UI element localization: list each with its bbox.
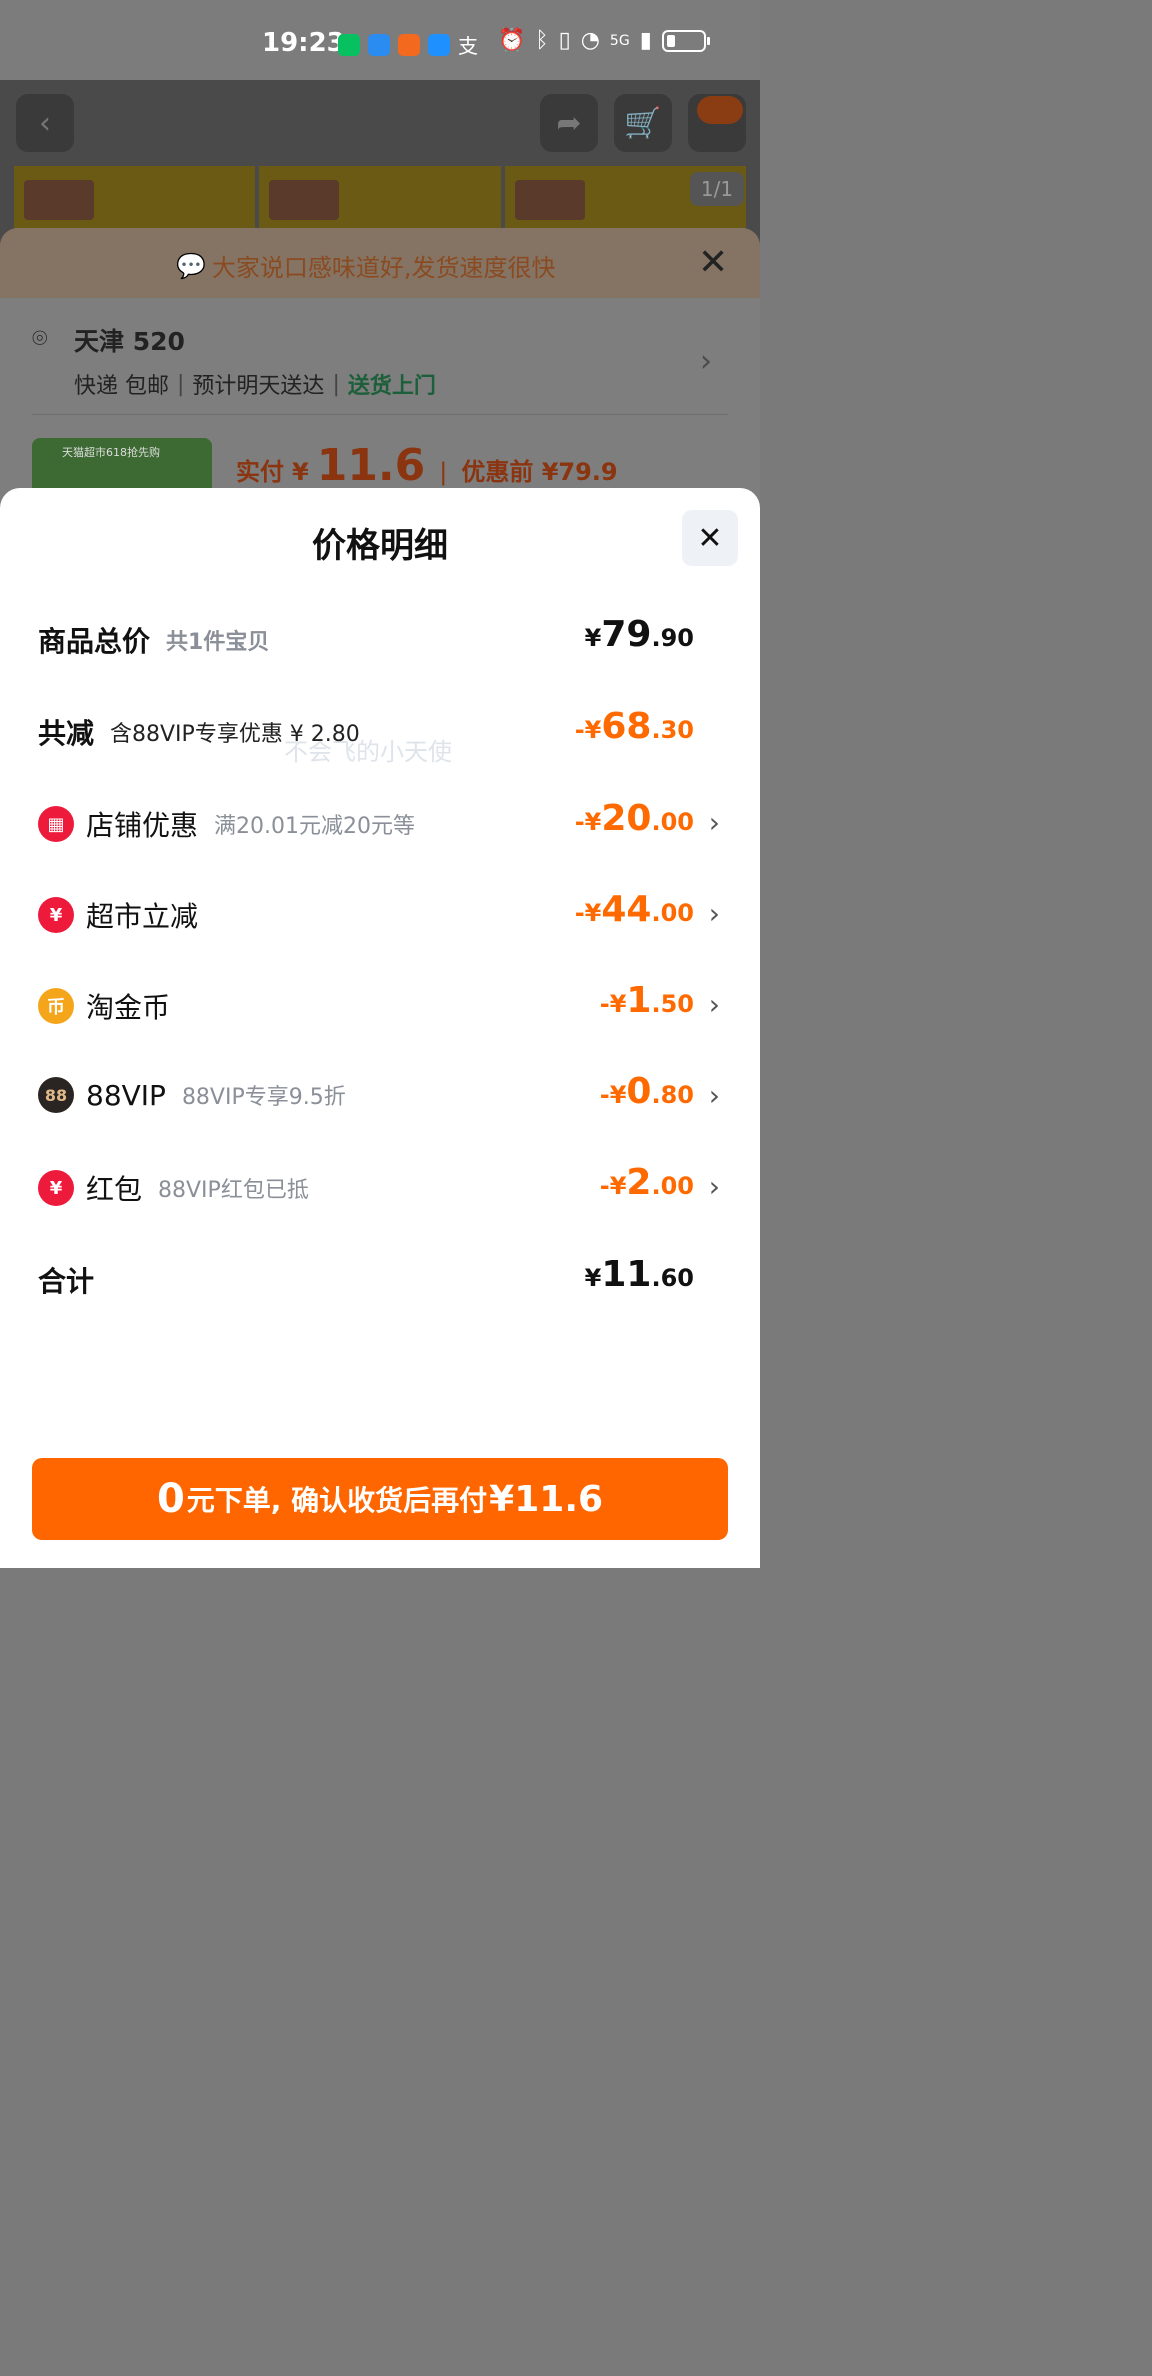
row-amount: ¥11.60 <box>584 1254 694 1295</box>
original-price: 优惠前 ¥79.9 <box>461 458 618 486</box>
more-badge <box>697 96 743 124</box>
wifi-icon: ◔ <box>580 28 600 53</box>
app-notification-icon <box>368 33 390 56</box>
paid-symbol: ¥ <box>292 458 309 486</box>
close-icon[interactable]: ✕ <box>698 242 728 283</box>
row-note: 含88VIP专享优惠 ¥ 2.80 <box>110 722 360 747</box>
cta-price: ¥11.6 <box>489 1478 604 1520</box>
bluetooth-icon: ᛒ <box>535 28 549 53</box>
price-row-red-packet[interactable]: ¥ 红包 88VIP红包已抵 -¥ 2.00 › <box>0 1156 760 1226</box>
chevron-right-icon[interactable]: › <box>700 344 712 379</box>
row-label: 淘金币 <box>86 991 171 1024</box>
share-button[interactable]: ➦ <box>540 94 598 152</box>
chevron-right-icon[interactable]: › <box>709 806 720 839</box>
battery-icon <box>661 29 710 52</box>
row-label: 红包 <box>86 1173 143 1206</box>
yuan-discount-icon: ¥ <box>38 897 74 933</box>
status-time: 19:23 <box>262 28 345 58</box>
address-name[interactable]: 天津 520 <box>74 322 185 358</box>
price-row-88vip[interactable]: 88 88VIP 88VIP专享9.5折 -¥ 0.80 › <box>0 1065 760 1135</box>
app-notification-icon <box>398 33 420 56</box>
cta-zero: 0 <box>156 1476 185 1522</box>
row-amount: -¥ 44.00 <box>574 889 694 930</box>
row-label: 超市立减 <box>86 900 199 933</box>
store-icon: ▦ <box>38 806 74 842</box>
paid-summary: 实付 ¥ 11.6 | 优惠前 ¥79.9 <box>236 440 618 491</box>
price-row-market-discount[interactable]: ¥ 超市立减 -¥ 44.00 › <box>0 883 760 953</box>
product-thumbnail <box>14 166 256 236</box>
shipping-method: 快递 包邮 <box>74 374 169 399</box>
row-note: 共1件宝贝 <box>166 630 270 655</box>
signal-icon: ▮ <box>639 28 652 53</box>
system-icons: ⏰ ᛒ ▯ ◔ 5G ▮ <box>498 28 710 53</box>
close-icon: ✕ <box>697 520 723 556</box>
close-button[interactable]: ✕ <box>682 510 738 566</box>
row-note: 满20.01元减20元等 <box>214 814 415 839</box>
shipping-info: 快递 包邮 | 预计明天送达 | 送货上门 <box>74 368 436 400</box>
notification-icons: 支 <box>338 30 478 59</box>
vip-88-icon: 88 <box>38 1077 74 1113</box>
status-bar: 19:23 支 ⏰ ᛒ ▯ ◔ 5G ▮ <box>0 0 760 80</box>
row-label: 88VIP <box>86 1078 166 1112</box>
price-row-store-discount[interactable]: ▦ 店铺优惠 满20.01元减20元等 -¥ 20.00 › <box>0 792 760 862</box>
row-label: 店铺优惠 <box>86 809 199 842</box>
vibrate-icon: ▯ <box>558 28 571 53</box>
chevron-right-icon[interactable]: › <box>709 1079 720 1112</box>
row-label: 合计 <box>38 1265 95 1298</box>
price-row-grand-total: 合计 ¥11.60 <box>0 1248 760 1318</box>
divider <box>32 414 728 415</box>
place-order-button[interactable]: 0 元下单, 确认收货后再付 ¥11.6 <box>32 1458 728 1540</box>
row-amount: -¥ 20.00 <box>574 798 694 839</box>
row-amount: -¥ 2.00 <box>599 1162 694 1203</box>
red-packet-icon: ¥ <box>38 1170 74 1206</box>
row-amount: -¥ 0.80 <box>599 1071 694 1112</box>
banner-text: 大家说口感味道好,发货速度很快 <box>211 254 556 282</box>
cta-text: 元下单, 确认收货后再付 <box>186 1484 488 1517</box>
alarm-icon: ⏰ <box>498 28 526 53</box>
wechat-icon <box>338 33 360 56</box>
price-detail-modal: 价格明细 ✕ 不会飞的小天使 商品总价 共1件宝贝 ¥79.90 共减 含88V… <box>0 488 760 1568</box>
paid-amount: 11.6 <box>316 440 426 491</box>
weather-app-icon <box>428 33 450 56</box>
product-thumbnail <box>259 166 501 236</box>
chevron-right-icon[interactable]: › <box>709 897 720 930</box>
product-image-strip <box>14 166 746 236</box>
chat-bubble-icon: 💬 <box>176 251 206 280</box>
coin-icon: 币 <box>38 988 74 1024</box>
row-note: 88VIP红包已抵 <box>158 1178 309 1203</box>
paid-label: 实付 <box>236 458 284 486</box>
alipay-icon: 支 <box>458 34 478 58</box>
chevron-right-icon[interactable]: › <box>709 1170 720 1203</box>
row-amount: -¥ 68.30 <box>574 706 694 747</box>
price-row-total-discount: 共减 含88VIP专享优惠 ¥ 2.80 -¥ 68.30 <box>0 700 760 770</box>
image-counter: 1/1 <box>690 172 744 206</box>
price-row-taojinbi[interactable]: 币 淘金币 -¥ 1.50 › <box>0 974 760 1044</box>
row-label: 共减 <box>38 717 95 750</box>
row-amount: -¥ 1.50 <box>599 980 694 1021</box>
delivery-estimate: 预计明天送达 <box>192 374 325 399</box>
back-button[interactable]: ‹ <box>16 94 74 152</box>
door-delivery-tag: 送货上门 <box>347 374 436 399</box>
review-banner: 💬 大家说口感味道好,发货速度很快 ✕ <box>0 228 760 298</box>
modal-title: 价格明细 <box>312 526 448 566</box>
row-label: 商品总价 <box>38 625 151 658</box>
cart-button[interactable]: 🛒 <box>614 94 672 152</box>
chevron-right-icon[interactable]: › <box>709 988 720 1021</box>
network-type: 5G <box>609 32 630 49</box>
location-pin-icon: ⌾ <box>32 324 48 354</box>
row-amount: ¥79.90 <box>584 614 694 655</box>
row-note: 88VIP专享9.5折 <box>181 1085 346 1110</box>
price-row-total-goods: 商品总价 共1件宝贝 ¥79.90 <box>0 608 760 678</box>
